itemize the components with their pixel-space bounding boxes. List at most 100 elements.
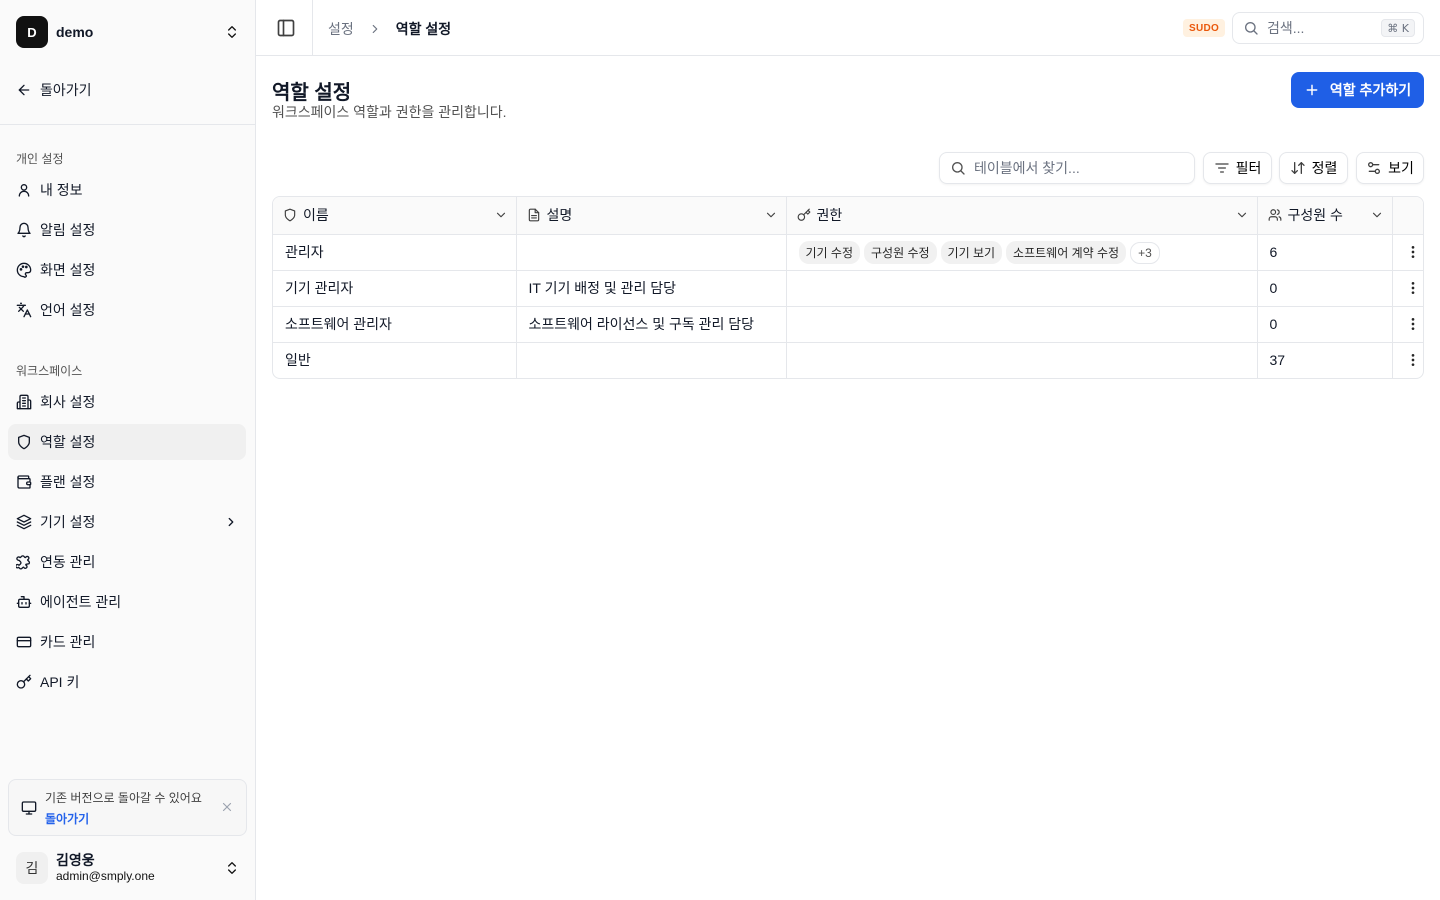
sidebar-item-label: 내 정보 — [40, 182, 83, 198]
plus-icon — [1306, 84, 1318, 96]
cell-name: 소프트웨어 관리자 — [273, 306, 517, 343]
sidebar-item-plan[interactable]: 플랜 설정 — [8, 464, 246, 500]
cell-description: IT 기기 배정 및 관리 담당 — [516, 270, 787, 307]
back-link-label: 돌아가기 — [40, 82, 92, 98]
column-header-label: 권한 — [816, 207, 843, 224]
permission-chip: 기기 보기 — [940, 240, 1003, 264]
table-row[interactable]: 관리자 기기 수정 구성원 수정 기기 보기 소프트웨어 계약 수정 +3 6 — [273, 234, 1423, 271]
monitor-icon — [21, 801, 37, 815]
sidebar-item-label: 언어 설정 — [40, 302, 96, 318]
sidebar-item-agents[interactable]: 에이전트 관리 — [8, 584, 246, 620]
table-row[interactable]: 일반 37 — [273, 342, 1423, 378]
sidebar-item-api-keys[interactable]: API 키 — [8, 664, 246, 700]
column-header-actions — [1392, 197, 1423, 235]
search-icon — [952, 162, 965, 175]
more-vertical-icon[interactable] — [1405, 244, 1421, 260]
chevrons-up-down-icon — [228, 26, 236, 38]
user-name: 김영웅 — [56, 851, 95, 868]
breadcrumb-current: 역할 설정 — [395, 21, 452, 37]
sidebar-toggle-icon[interactable] — [276, 18, 296, 38]
sudo-badge: SUDO — [1183, 19, 1226, 37]
user-info: 김영웅 admin@smply.one — [56, 852, 224, 885]
table-row[interactable]: 기기 관리자 IT 기기 배정 및 관리 담당 0 — [273, 270, 1423, 307]
permission-chip: 구성원 수정 — [864, 240, 937, 264]
sidebar-item-integrations[interactable]: 연동 관리 — [8, 544, 246, 580]
cell-permissions: 기기 수정 구성원 수정 기기 보기 소프트웨어 계약 수정 +3 — [786, 234, 1258, 271]
table-row[interactable]: 소프트웨어 관리자 소프트웨어 라이선스 및 구독 관리 담당 0 — [273, 306, 1423, 343]
sidebar-item-devices[interactable]: 기기 설정 — [8, 504, 246, 540]
close-icon[interactable] — [220, 800, 234, 814]
languages-icon — [16, 302, 32, 318]
cell-name: 관리자 — [273, 234, 517, 271]
permission-more-chip[interactable]: +3 — [1130, 241, 1160, 264]
settings-sliders-icon — [1368, 162, 1381, 174]
permission-chip: 소프트웨어 계약 수정 — [1006, 240, 1127, 264]
filter-icon — [1214, 163, 1229, 173]
table-search[interactable] — [939, 152, 1195, 184]
bot-icon — [16, 596, 32, 608]
search-icon — [1245, 22, 1258, 35]
user-email: admin@smply.one — [56, 869, 155, 884]
cell-actions — [1392, 270, 1423, 307]
global-search[interactable]: ⌘ K — [1232, 12, 1424, 44]
cell-name: 기기 관리자 — [273, 270, 517, 307]
chevron-down-icon — [496, 212, 505, 218]
cell-members: 0 — [1257, 270, 1393, 307]
roles-table: 이름 설명 권한 구성원 수 관리자 기기 수정 구성원 수정 기기 보기 소프… — [272, 196, 1424, 379]
column-header-permissions[interactable]: 권한 — [786, 197, 1258, 235]
sidebar-item-roles[interactable]: 역할 설정 — [8, 424, 246, 460]
user-menu[interactable]: 김 김영웅 admin@smply.one — [8, 846, 248, 890]
cell-description — [516, 234, 787, 271]
cell-actions — [1392, 234, 1423, 271]
global-search-input[interactable] — [1267, 20, 1367, 36]
workspace-name: demo — [56, 24, 94, 40]
sidebar-item-label: 역할 설정 — [40, 434, 96, 450]
column-header-name[interactable]: 이름 — [273, 197, 517, 235]
sidebar-item-notifications[interactable]: 알림 설정 — [8, 212, 246, 248]
top-bar: 설정 역할 설정 SUDO ⌘ K — [256, 0, 1440, 56]
legacy-version-notice: 기존 버전으로 돌아갈 수 있어요 돌아가기 — [8, 779, 247, 836]
sidebar-item-cards[interactable]: 카드 관리 — [8, 624, 246, 660]
file-text-icon — [528, 208, 539, 222]
cell-permissions — [786, 306, 1258, 343]
filter-label: 필터 — [1235, 160, 1262, 176]
sidebar-item-label: API 키 — [40, 674, 80, 690]
column-header-members[interactable]: 구성원 수 — [1257, 197, 1393, 235]
sidebar-item-company[interactable]: 회사 설정 — [8, 384, 246, 420]
bell-icon — [17, 222, 31, 238]
more-vertical-icon[interactable] — [1405, 280, 1421, 296]
sidebar-item-label: 알림 설정 — [40, 222, 96, 238]
notice-back-link[interactable]: 돌아가기 — [45, 810, 89, 827]
sidebar-item-display[interactable]: 화면 설정 — [8, 252, 246, 288]
chevrons-up-down-icon — [228, 862, 236, 874]
more-vertical-icon[interactable] — [1405, 352, 1421, 368]
cell-members: 6 — [1257, 234, 1393, 271]
sort-button[interactable]: 정렬 — [1279, 152, 1348, 184]
column-header-description[interactable]: 설명 — [516, 197, 787, 235]
back-link[interactable]: 돌아가기 — [8, 72, 248, 108]
add-role-label: 역할 추가하기 — [1329, 82, 1412, 98]
chevron-right-icon — [228, 517, 234, 527]
sort-icon — [1290, 162, 1305, 174]
sidebar-item-label: 에이전트 관리 — [40, 594, 122, 610]
search-shortcut: ⌘ K — [1381, 19, 1415, 37]
group-label-workspace: 워크스페이스 — [16, 364, 83, 378]
add-role-button[interactable]: 역할 추가하기 — [1291, 72, 1424, 108]
workspace-avatar: D — [16, 16, 48, 48]
sidebar-item-language[interactable]: 언어 설정 — [8, 292, 246, 328]
chevron-right-icon — [372, 24, 378, 34]
breadcrumb-settings[interactable]: 설정 — [328, 19, 354, 39]
chevron-down-icon — [1372, 212, 1381, 218]
layers-icon — [16, 514, 32, 530]
more-vertical-icon[interactable] — [1405, 316, 1421, 332]
filter-button[interactable]: 필터 — [1203, 152, 1272, 184]
sidebar: D demo 돌아가기 개인 설정 내 정보 알림 설정 화면 설정 언어 설정… — [0, 0, 256, 900]
sidebar-item-profile[interactable]: 내 정보 — [8, 172, 246, 208]
workspace-switcher[interactable]: D demo — [8, 12, 248, 52]
view-button[interactable]: 보기 — [1356, 152, 1424, 184]
notice-text: 기존 버전으로 돌아갈 수 있어요 — [45, 791, 202, 805]
table-search-input[interactable] — [974, 160, 1174, 176]
cell-permissions — [786, 270, 1258, 307]
cell-actions — [1392, 342, 1423, 378]
sidebar-item-label: 회사 설정 — [40, 394, 96, 410]
